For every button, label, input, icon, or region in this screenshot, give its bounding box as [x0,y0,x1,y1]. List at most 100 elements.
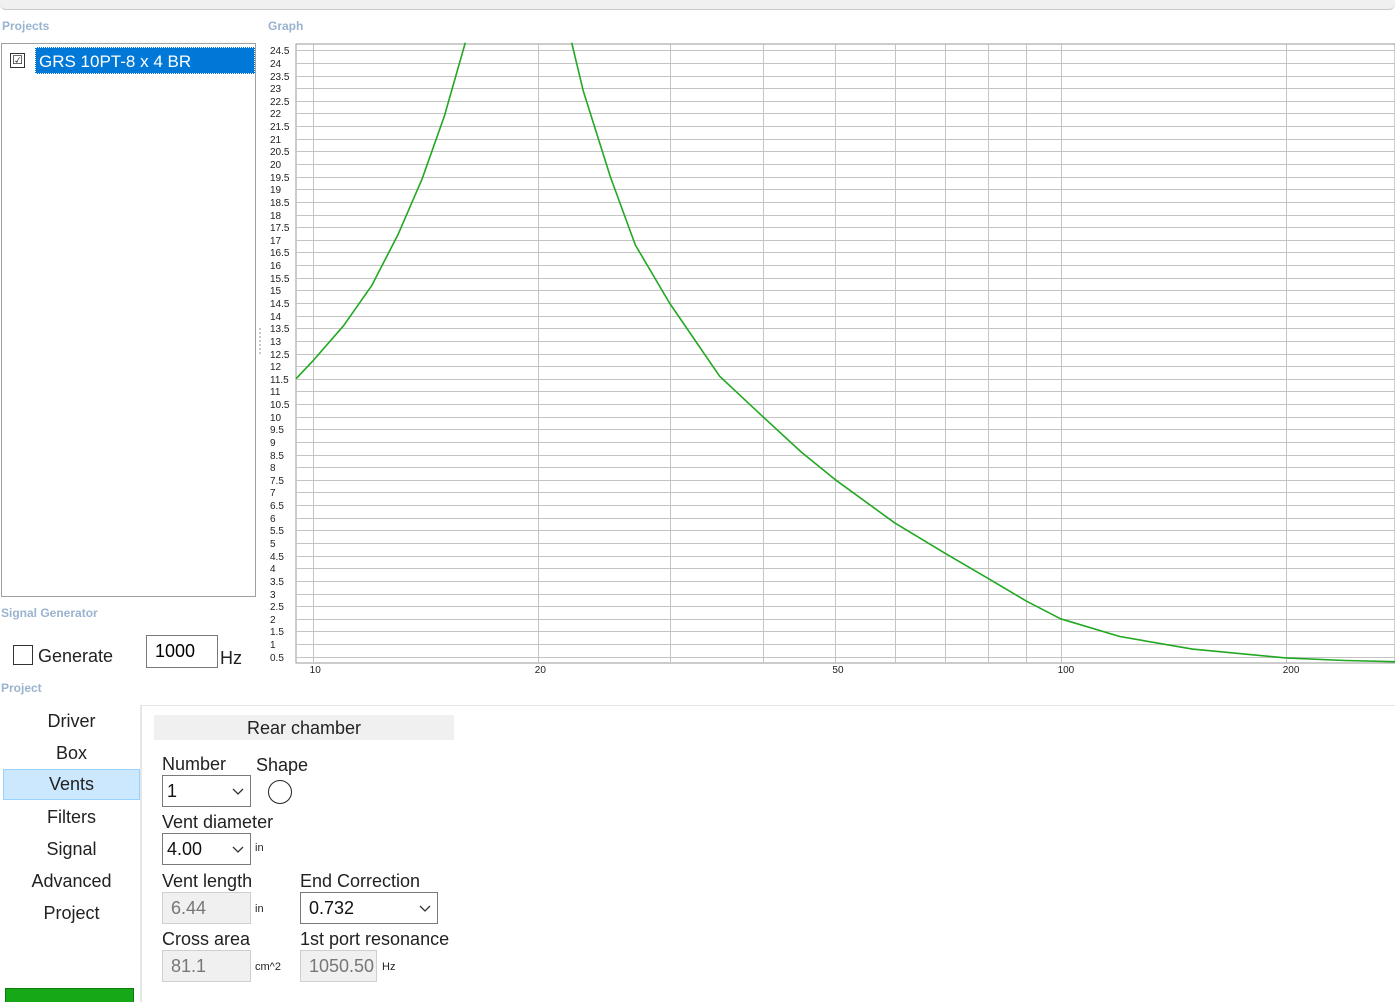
y-tick-label: 16 [270,261,282,272]
port-resonance-unit: Hz [382,961,396,973]
y-tick-label: 24.5 [270,46,290,57]
y-tick-label: 17.5 [270,223,290,234]
y-tick-label: 16.5 [270,248,290,259]
y-tick-label: 5.5 [270,526,284,537]
y-tick-label: 15.5 [270,274,290,285]
y-tick-label: 13 [270,337,282,348]
y-tick-label: 20 [270,160,282,171]
project-section-label: Project [1,681,42,695]
y-tick-label: 19.5 [270,173,290,184]
y-tick-label: 23.5 [270,72,290,83]
y-tick-label: 14 [270,312,282,323]
y-tick-label: 21 [270,135,282,146]
frequency-unit: Hz [220,648,242,668]
chevron-down-icon [232,788,244,795]
projects-section-label: Projects [2,19,50,33]
projects-list[interactable]: ☑ GRS 10PT-8 x 4 BR [1,43,256,597]
circle-icon[interactable] [268,780,292,804]
graph-grid [295,43,1395,664]
window-top-edge [0,0,1395,10]
project-name[interactable]: GRS 10PT-8 x 4 BR [35,47,255,74]
y-tick-label: 17 [270,236,282,247]
vent-length-unit: in [255,903,264,915]
project-item[interactable]: ☑ GRS 10PT-8 x 4 BR [5,47,255,74]
nav-project[interactable]: Project [3,898,140,929]
y-tick-label: 6.5 [270,501,284,512]
y-tick-label: 2.5 [270,602,284,613]
y-tick-label: 11 [270,387,281,398]
chevron-down-icon [419,905,431,912]
y-tick-label: 23 [270,84,282,95]
y-tick-label: 12 [270,362,282,373]
vent-diameter-select[interactable]: 4.00 [162,833,251,865]
y-tick-label: 15 [270,286,282,297]
x-tick-label: 20 [535,665,547,676]
y-tick-label: 12.5 [270,350,290,361]
y-tick-label: 8.5 [270,451,284,462]
rear-chamber-tab[interactable]: Rear chamber [154,715,454,740]
number-select[interactable]: 1 [162,775,251,807]
y-tick-label: 24 [270,59,282,70]
y-tick-label: 10.5 [270,400,290,411]
x-tick-label: 100 [1058,665,1075,676]
nav-separator [140,705,142,1002]
generate-checkbox[interactable] [13,645,33,665]
y-tick-label: 4 [270,564,276,575]
frequency-input[interactable] [146,635,218,668]
y-tick-label: 22.5 [270,97,290,108]
nav-filters[interactable]: Filters [3,802,140,833]
end-correction-value: 0.732 [309,898,355,918]
chevron-down-icon [232,846,244,853]
y-tick-label: 10 [270,413,282,424]
generate-label: Generate [38,646,114,666]
y-tick-label: 1 [270,640,276,651]
nav-advanced[interactable]: Advanced [3,866,140,897]
number-value: 1 [167,781,178,801]
vent-length-field: 6.44 [162,892,251,924]
cross-area-unit: cm^2 [255,961,281,973]
x-tick-label: 50 [832,665,844,676]
cross-area-label: Cross area [162,929,251,949]
y-tick-label: 7.5 [270,476,284,487]
graph-section-label: Graph [268,19,304,33]
y-tick-label: 2 [270,615,276,626]
end-correction-select[interactable]: 0.732 [300,892,438,924]
signal-generator-label: Signal Generator [1,606,98,620]
x-axis-ticks: 10 20 50 100 200 [310,665,1300,676]
vent-length-label: Vent length [162,871,253,891]
y-tick-label: 3 [270,590,276,601]
vent-diameter-label: Vent diameter [162,812,274,832]
nav-driver[interactable]: Driver [3,706,140,737]
y-tick-label: 1.5 [270,627,284,638]
y-tick-label: 19 [270,185,282,196]
nav-box[interactable]: Box [3,738,140,769]
nav-vents[interactable]: Vents [3,769,140,800]
vent-diameter-value: 4.00 [167,839,203,859]
shape-label: Shape [256,755,309,775]
y-tick-label: 7 [270,488,276,499]
y-tick-label: 21.5 [270,122,290,133]
y-tick-label: 8 [270,463,276,474]
y-tick-label: 22 [270,109,282,120]
nav-signal[interactable]: Signal [3,834,140,865]
project-checkbox[interactable]: ☑ [10,52,25,68]
port-resonance-label: 1st port resonance [300,929,450,949]
x-tick-label: 10 [310,665,322,676]
port-resonance-field: 1050.50 [300,950,377,982]
response-graph: 0.511.522.533.544.555.566.577.588.599.51… [270,42,1395,676]
content-top-border [142,705,1395,706]
plot-area [295,43,1395,664]
action-button[interactable] [5,988,134,1002]
y-tick-label: 4.5 [270,552,284,563]
y-tick-label: 18.5 [270,198,290,209]
y-tick-label: 3.5 [270,577,284,588]
y-tick-label: 13.5 [270,324,290,335]
y-tick-label: 9 [270,438,276,449]
y-tick-label: 6 [270,514,276,525]
vent-diameter-unit: in [255,842,264,854]
y-tick-label: 11.5 [270,375,289,386]
y-tick-label: 18 [270,211,282,222]
cross-area-field: 81.1 [162,950,251,982]
y-tick-label: 20.5 [270,147,290,158]
end-correction-label: End Correction [300,871,421,891]
